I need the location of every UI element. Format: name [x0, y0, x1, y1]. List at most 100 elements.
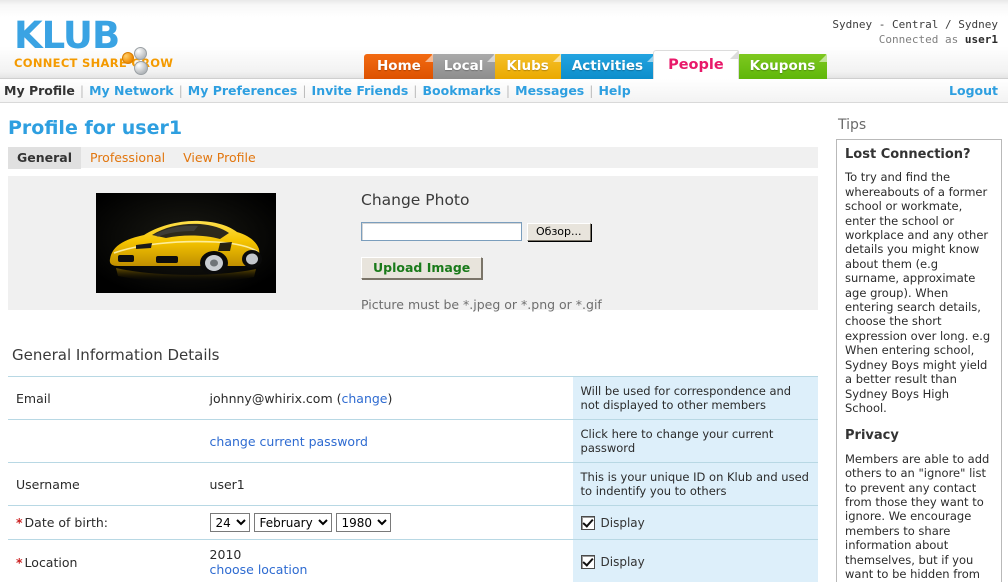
row-value-dob: 24 February 1980 — [202, 506, 573, 540]
row-value-username: user1 — [209, 476, 245, 492]
subnav-separator: | — [178, 83, 183, 98]
location-label-text: Location — [24, 554, 78, 570]
dob-display-checkbox-row[interactable]: Display — [580, 515, 812, 530]
logo-tagline: CONNECT SHARE GROW — [14, 56, 174, 70]
row-hint-password: Click here to change your current passwo… — [572, 419, 818, 463]
subnav-item-invite-friends[interactable]: Invite Friends — [312, 83, 409, 98]
subtab-professional[interactable]: Professional — [81, 147, 174, 169]
logo-wordmark: KLUB — [14, 14, 194, 75]
change-photo-panel: Change Photo Обзор... Upload Image Pictu… — [8, 176, 818, 312]
subnav-separator: | — [413, 83, 418, 98]
tips-box: Lost Connection? To try and find the whe… — [836, 139, 1002, 582]
current-location: Sydney - Central / Sydney — [832, 18, 998, 31]
subnav-item-my-network[interactable]: My Network — [89, 83, 173, 98]
tips-section-title-lost-connection: Lost Connection? — [845, 147, 971, 162]
paren-open: ( — [332, 390, 342, 406]
change-email-link[interactable]: change — [342, 391, 388, 406]
picture-format-note: Picture must be *.jpeg or *.png or *.gif — [361, 297, 602, 312]
tab-home[interactable]: Home — [364, 54, 433, 79]
subtab-view-profile[interactable]: View Profile — [174, 147, 265, 169]
choose-location-link[interactable]: choose location — [210, 562, 308, 577]
subnav-item-messages[interactable]: Messages — [515, 83, 584, 98]
dob-month-select[interactable]: February — [253, 513, 332, 532]
checkbox-checked-icon[interactable] — [580, 515, 595, 530]
connected-username: user1 — [964, 33, 998, 46]
dob-year-select[interactable]: 1980 — [335, 513, 391, 532]
subnav-item-my-preferences[interactable]: My Preferences — [188, 83, 298, 98]
row-label-username: Username — [16, 476, 80, 492]
profile-subtab-bar: General Professional View Profile — [8, 146, 818, 169]
profile-photo[interactable] — [96, 193, 276, 293]
sports-car-image — [96, 193, 276, 293]
subnav-separator: | — [79, 83, 85, 98]
location-display-checkbox-row[interactable]: Display — [580, 555, 812, 569]
logo-orange-dot-icon — [122, 52, 135, 64]
location-postcode: 2010 — [209, 547, 242, 562]
photo-file-input[interactable] — [361, 222, 522, 241]
tips-section-body-lost-connection: To try and find the whereabouts of a for… — [845, 170, 991, 415]
connected-as: Connected as user1 — [832, 32, 998, 47]
subnav-item-bookmarks[interactable]: Bookmarks — [423, 83, 501, 98]
location-display-label: Display — [600, 555, 645, 569]
row-label-dob: * Date of birth: — [8, 506, 202, 540]
required-asterisk: * — [16, 515, 23, 530]
page-root: KLUB CONNECT SHARE GROW Sydney - Central… — [0, 0, 1008, 582]
general-info-heading: General Information Details — [12, 346, 220, 364]
tab-activities[interactable]: Activities — [558, 54, 656, 79]
connected-as-label: Connected as — [878, 33, 965, 46]
browse-button[interactable]: Обзор... — [527, 222, 591, 241]
tips-section-title-privacy: Privacy — [845, 428, 899, 444]
dob-label-text: Date of birth: — [24, 515, 109, 530]
checkbox-checked-icon[interactable] — [580, 555, 595, 569]
tab-people[interactable]: People — [653, 50, 739, 79]
main-content: Profile for user1 General Professional V… — [0, 103, 826, 582]
logo-silver-dot-bottom-icon — [134, 61, 149, 75]
tips-section-body-privacy: Members are able to add others to an "ig… — [845, 451, 990, 582]
row-value-email: johnny@whirix.com (change) — [202, 377, 573, 420]
change-photo-heading: Change Photo — [361, 191, 470, 209]
tab-koupons[interactable]: Koupons — [736, 54, 828, 79]
tab-klubs[interactable]: Klubs — [493, 54, 562, 79]
subnav-item-my-profile[interactable]: My Profile — [4, 83, 75, 98]
table-row: * Date of birth: 24 February 1980 Displa… — [8, 505, 818, 540]
klub-logo[interactable]: KLUB CONNECT SHARE GROW — [14, 14, 194, 75]
table-row: * Location 2010 choose location Display — [8, 539, 818, 582]
logo-text-letters: KLUB — [14, 14, 120, 57]
change-photo-form: Change Photo Обзор... Upload Image Pictu… — [361, 191, 602, 312]
general-info-table: Email johnny@whirix.com (change) Will be… — [8, 376, 818, 582]
dob-display-label: Display — [600, 515, 645, 530]
change-password-link[interactable]: change current password — [210, 434, 368, 449]
tips-heading: Tips — [838, 117, 867, 133]
file-upload-row: Обзор... — [361, 222, 602, 241]
table-row: change current password Click here to ch… — [8, 419, 818, 463]
site-header: KLUB CONNECT SHARE GROW Sydney - Central… — [0, 0, 1008, 79]
subnav-item-help[interactable]: Help — [598, 83, 630, 98]
row-value-location: 2010 choose location — [202, 540, 573, 582]
row-value-password: change current password — [202, 420, 573, 463]
paren-close: ) — [387, 390, 393, 406]
row-hint-email: Will be used for correspondence and not … — [572, 376, 818, 420]
page-title: Profile for user1 — [8, 117, 183, 139]
table-row: Username user1 This is your unique ID on… — [8, 462, 818, 506]
row-label-location: * Location — [8, 540, 202, 582]
secondary-nav: My Profile | My Network | My Preferences | Inv… — [0, 79, 1008, 103]
row-hint-dob: Display — [572, 505, 818, 540]
row-hint-location: Display — [572, 539, 818, 582]
table-row: Email johnny@whirix.com (change) Will be… — [8, 376, 818, 420]
tips-sidebar: Tips Lost Connection? To try and find th… — [836, 109, 1002, 582]
subtab-general[interactable]: General — [8, 146, 81, 169]
row-hint-username: This is your unique ID on Klub and used … — [572, 462, 818, 506]
main-tab-bar: Home Local Klubs Activities People Koupo… — [364, 49, 828, 79]
subnav-separator: | — [505, 83, 511, 98]
header-location-block: Sydney - Central / Sydney Connected as u… — [832, 17, 998, 47]
tab-local[interactable]: Local — [430, 54, 496, 79]
logo-silver-dot-top-icon — [134, 47, 148, 60]
logout-link[interactable]: Logout — [949, 83, 998, 98]
row-label-password — [8, 420, 202, 463]
dob-day-select[interactable]: 24 — [209, 513, 250, 532]
subnav-separator: | — [589, 83, 594, 98]
email-value: johnny@whirix.com — [209, 390, 333, 406]
row-label-email: Email — [16, 390, 51, 406]
upload-image-button[interactable]: Upload Image — [361, 257, 483, 279]
required-asterisk: * — [16, 554, 23, 570]
